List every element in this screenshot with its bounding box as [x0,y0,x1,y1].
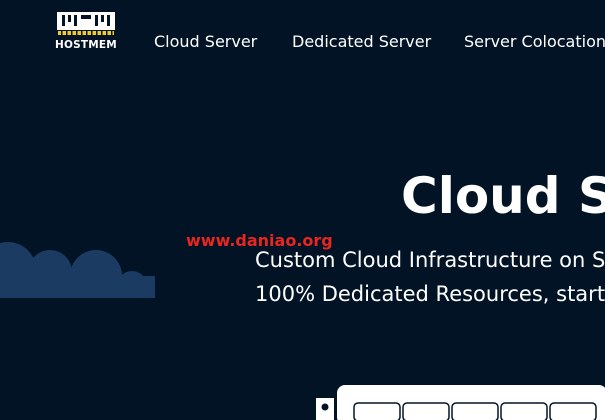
nav-server-colocation[interactable]: Server Colocation [464,31,605,53]
watermark-text: www.daniao.org [186,231,333,250]
nav-cloud-server[interactable]: Cloud Server [154,31,257,53]
cloud-illustration [0,242,155,298]
hero-title: Cloud Se [401,167,605,225]
nav-dedicated-server[interactable]: Dedicated Server [292,31,431,53]
hero-subtitle-line-2: 100% Dedicated Resources, startin [255,282,605,306]
memory-chip-icon [57,12,115,35]
brand-name: HOSTMEM [55,39,117,51]
page: HOSTMEM Cloud Server Dedicated Server Se… [0,0,605,420]
hostmem-logo[interactable]: HOSTMEM [53,11,119,53]
server-device-illustration [316,385,605,420]
